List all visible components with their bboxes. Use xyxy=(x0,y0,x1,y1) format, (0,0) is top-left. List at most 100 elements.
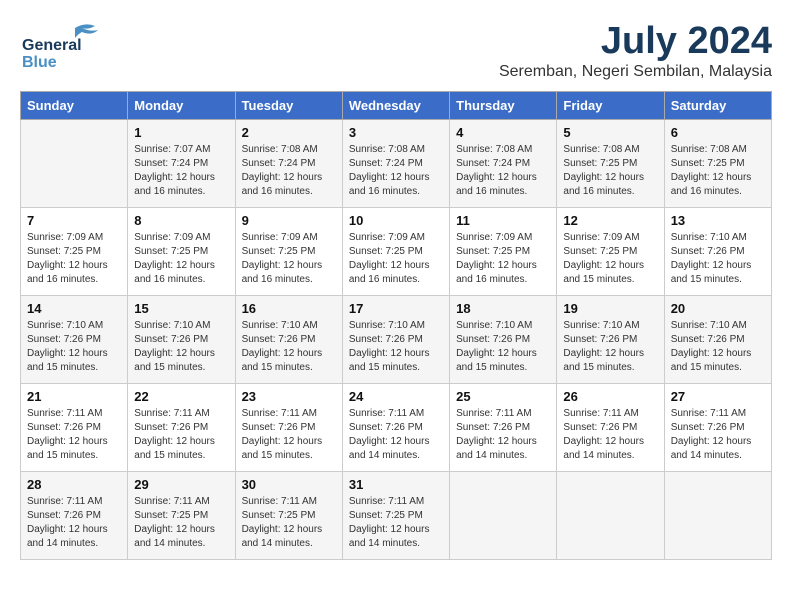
day-info: Sunrise: 7:11 AMSunset: 7:26 PMDaylight:… xyxy=(27,407,121,463)
day-info: Sunrise: 7:11 AMSunset: 7:25 PMDaylight:… xyxy=(349,495,443,551)
day-number: 31 xyxy=(349,477,443,492)
calendar-cell: 16 Sunrise: 7:10 AMSunset: 7:26 PMDayligh… xyxy=(235,296,342,384)
day-number: 9 xyxy=(242,213,336,228)
calendar-cell: 27Sunrise: 7:11 AMSunset: 7:26 PMDayligh… xyxy=(664,384,771,472)
day-info: Sunrise: 7:08 AMSunset: 7:24 PMDaylight:… xyxy=(349,143,443,199)
day-info: Sunrise: 7:09 AMSunset: 7:25 PMDaylight:… xyxy=(134,231,228,287)
calendar-cell: 12Sunrise: 7:09 AMSunset: 7:25 PMDayligh… xyxy=(557,208,664,296)
day-info: Sunrise: 7:11 AMSunset: 7:25 PMDaylight:… xyxy=(134,495,228,551)
day-header-monday: Monday xyxy=(128,92,235,120)
day-number: 8 xyxy=(134,213,228,228)
day-number: 19 xyxy=(563,301,657,316)
calendar-cell: 23 Sunrise: 7:11 AMSunset: 7:26 PMDayligh… xyxy=(235,384,342,472)
day-info: Sunrise: 7:11 AMSunset: 7:26 PMDaylight:… xyxy=(563,407,657,463)
calendar-header-row: SundayMondayTuesdayWednesdayThursdayFrid… xyxy=(21,92,772,120)
day-number: 17 xyxy=(349,301,443,316)
day-number: 16 xyxy=(242,301,336,316)
day-number: 30 xyxy=(242,477,336,492)
day-info: Sunrise: 7:09 AMSunset: 7:25 PMDaylight:… xyxy=(27,231,121,287)
day-number: 23 xyxy=(242,389,336,404)
day-info: Sunrise: 7:07 AMSunset: 7:24 PMDaylight:… xyxy=(134,143,228,199)
day-number: 7 xyxy=(27,213,121,228)
calendar-cell: 17 Sunrise: 7:10 AMSunset: 7:26 PMDayligh… xyxy=(342,296,449,384)
calendar-cell: 21Sunrise: 7:11 AMSunset: 7:26 PMDayligh… xyxy=(21,384,128,472)
day-number: 25 xyxy=(456,389,550,404)
day-number: 6 xyxy=(671,125,765,140)
day-info: Sunrise: 7:11 AMSunset: 7:26 PMDaylight:… xyxy=(27,495,121,551)
svg-text:Blue: Blue xyxy=(22,54,57,70)
calendar-cell: 10Sunrise: 7:09 AMSunset: 7:25 PMDayligh… xyxy=(342,208,449,296)
day-info: Sunrise: 7:11 AMSunset: 7:26 PMDaylight:… xyxy=(349,407,443,463)
logo-svg: General Blue xyxy=(20,20,110,70)
calendar-cell xyxy=(664,472,771,560)
day-info: Sunrise: 7:08 AMSunset: 7:25 PMDaylight:… xyxy=(563,143,657,199)
day-info: Sunrise: 7:11 AMSunset: 7:26 PMDaylight:… xyxy=(671,407,765,463)
calendar-cell xyxy=(21,120,128,208)
day-number: 5 xyxy=(563,125,657,140)
title-block: July 2024 Seremban, Negeri Sembilan, Mal… xyxy=(499,20,772,81)
calendar-cell: 9Sunrise: 7:09 AMSunset: 7:25 PMDaylight… xyxy=(235,208,342,296)
calendar-cell: 20 Sunrise: 7:10 AMSunset: 7:26 PMDayligh… xyxy=(664,296,771,384)
day-number: 24 xyxy=(349,389,443,404)
day-info: Sunrise: 7:10 AMSunset: 7:26 PMDaylight:… xyxy=(671,319,765,375)
calendar-cell: 29 Sunrise: 7:11 AMSunset: 7:25 PMDayligh… xyxy=(128,472,235,560)
day-header-friday: Friday xyxy=(557,92,664,120)
day-number: 20 xyxy=(671,301,765,316)
calendar-table: SundayMondayTuesdayWednesdayThursdayFrid… xyxy=(20,91,772,560)
day-info: Sunrise: 7:08 AMSunset: 7:24 PMDaylight:… xyxy=(242,143,336,199)
calendar-cell: 14 Sunrise: 7:10 AMSunset: 7:26 PMDayligh… xyxy=(21,296,128,384)
day-header-saturday: Saturday xyxy=(664,92,771,120)
day-number: 4 xyxy=(456,125,550,140)
calendar-cell: 22 Sunrise: 7:11 AMSunset: 7:26 PMDayligh… xyxy=(128,384,235,472)
day-number: 29 xyxy=(134,477,228,492)
day-info: Sunrise: 7:10 AMSunset: 7:26 PMDaylight:… xyxy=(671,231,765,287)
day-info: Sunrise: 7:10 AMSunset: 7:26 PMDaylight:… xyxy=(134,319,228,375)
day-header-thursday: Thursday xyxy=(450,92,557,120)
day-number: 13 xyxy=(671,213,765,228)
day-info: Sunrise: 7:08 AMSunset: 7:25 PMDaylight:… xyxy=(671,143,765,199)
week-row-2: 7 Sunrise: 7:09 AMSunset: 7:25 PMDaylight… xyxy=(21,208,772,296)
calendar-cell: 2Sunrise: 7:08 AMSunset: 7:24 PMDaylight… xyxy=(235,120,342,208)
day-number: 22 xyxy=(134,389,228,404)
calendar-cell: 31 Sunrise: 7:11 AMSunset: 7:25 PMDayligh… xyxy=(342,472,449,560)
day-info: Sunrise: 7:10 AMSunset: 7:26 PMDaylight:… xyxy=(242,319,336,375)
svg-text:General: General xyxy=(22,37,82,54)
day-info: Sunrise: 7:10 AMSunset: 7:26 PMDaylight:… xyxy=(349,319,443,375)
day-info: Sunrise: 7:11 AMSunset: 7:26 PMDaylight:… xyxy=(456,407,550,463)
location-title: Seremban, Negeri Sembilan, Malaysia xyxy=(499,63,772,81)
day-number: 15 xyxy=(134,301,228,316)
calendar-cell: 11Sunrise: 7:09 AMSunset: 7:25 PMDayligh… xyxy=(450,208,557,296)
calendar-body: 1 Sunrise: 7:07 AMSunset: 7:24 PMDaylight… xyxy=(21,120,772,560)
day-info: Sunrise: 7:09 AMSunset: 7:25 PMDaylight:… xyxy=(563,231,657,287)
day-number: 1 xyxy=(134,125,228,140)
calendar-cell: 3Sunrise: 7:08 AMSunset: 7:24 PMDaylight… xyxy=(342,120,449,208)
day-info: Sunrise: 7:10 AMSunset: 7:26 PMDaylight:… xyxy=(563,319,657,375)
calendar-cell: 6 Sunrise: 7:08 AMSunset: 7:25 PMDaylight… xyxy=(664,120,771,208)
logo: General Blue xyxy=(20,20,110,70)
week-row-4: 21Sunrise: 7:11 AMSunset: 7:26 PMDayligh… xyxy=(21,384,772,472)
day-header-sunday: Sunday xyxy=(21,92,128,120)
week-row-5: 28 Sunrise: 7:11 AMSunset: 7:26 PMDayligh… xyxy=(21,472,772,560)
day-number: 28 xyxy=(27,477,121,492)
calendar-cell: 4Sunrise: 7:08 AMSunset: 7:24 PMDaylight… xyxy=(450,120,557,208)
day-number: 11 xyxy=(456,213,550,228)
day-number: 26 xyxy=(563,389,657,404)
day-header-wednesday: Wednesday xyxy=(342,92,449,120)
day-number: 14 xyxy=(27,301,121,316)
day-info: Sunrise: 7:10 AMSunset: 7:26 PMDaylight:… xyxy=(27,319,121,375)
calendar-cell: 8 Sunrise: 7:09 AMSunset: 7:25 PMDaylight… xyxy=(128,208,235,296)
calendar-cell: 7 Sunrise: 7:09 AMSunset: 7:25 PMDaylight… xyxy=(21,208,128,296)
day-header-tuesday: Tuesday xyxy=(235,92,342,120)
day-info: Sunrise: 7:11 AMSunset: 7:26 PMDaylight:… xyxy=(134,407,228,463)
calendar-cell: 18Sunrise: 7:10 AMSunset: 7:26 PMDayligh… xyxy=(450,296,557,384)
calendar-cell: 13 Sunrise: 7:10 AMSunset: 7:26 PMDayligh… xyxy=(664,208,771,296)
calendar-cell xyxy=(450,472,557,560)
week-row-3: 14 Sunrise: 7:10 AMSunset: 7:26 PMDayligh… xyxy=(21,296,772,384)
calendar-cell xyxy=(557,472,664,560)
month-title: July 2024 xyxy=(499,20,772,63)
day-info: Sunrise: 7:11 AMSunset: 7:25 PMDaylight:… xyxy=(242,495,336,551)
day-info: Sunrise: 7:10 AMSunset: 7:26 PMDaylight:… xyxy=(456,319,550,375)
week-row-1: 1 Sunrise: 7:07 AMSunset: 7:24 PMDaylight… xyxy=(21,120,772,208)
day-info: Sunrise: 7:11 AMSunset: 7:26 PMDaylight:… xyxy=(242,407,336,463)
day-info: Sunrise: 7:09 AMSunset: 7:25 PMDaylight:… xyxy=(349,231,443,287)
